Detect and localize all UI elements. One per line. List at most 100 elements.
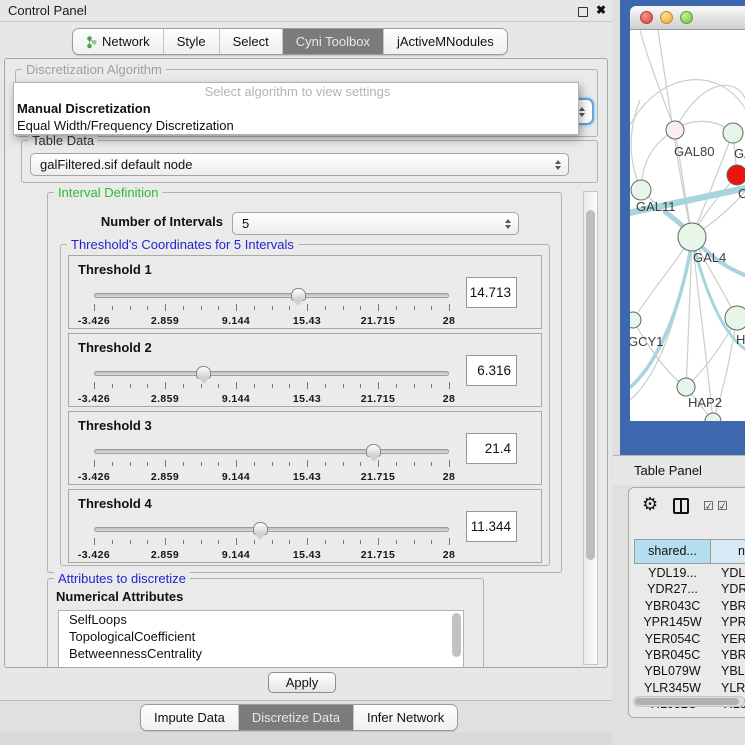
- attribute-list-item[interactable]: TopologicalCoefficient: [59, 628, 463, 645]
- horizontal-scrollbar-thumb[interactable]: [635, 698, 739, 705]
- column-header-name[interactable]: n: [711, 539, 745, 564]
- network-canvas[interactable]: GAL80GACGAL11GAL4GCY1HHAP2: [630, 30, 745, 421]
- gear-icon[interactable]: ⚙: [642, 494, 658, 515]
- tick-mark: [431, 540, 432, 544]
- tab-network[interactable]: Network: [73, 29, 164, 54]
- tick-mark: [94, 304, 95, 311]
- table-cell[interactable]: YPR145W: [634, 614, 711, 630]
- num-intervals-combobox[interactable]: 5: [232, 212, 519, 235]
- network-window-titlebar[interactable]: [630, 6, 745, 30]
- table-cell[interactable]: YBR0: [711, 598, 745, 614]
- tick-mark: [360, 540, 361, 544]
- dropdown-option-manual[interactable]: Manual Discretization: [14, 100, 578, 117]
- table-row[interactable]: YBL079WYBL0: [634, 663, 745, 679]
- network-node[interactable]: [677, 378, 695, 396]
- list-scrollbar[interactable]: [452, 613, 461, 657]
- slider-track[interactable]: [94, 527, 449, 532]
- threshold-value-field[interactable]: 21.4: [466, 433, 517, 464]
- dropdown-option-placeholder[interactable]: Select algorithm to view settings: [14, 83, 578, 100]
- threshold-slider[interactable]: -3.4262.8599.14415.4321.71528: [94, 366, 449, 406]
- slider-track[interactable]: [94, 449, 449, 454]
- float-window-icon[interactable]: [578, 7, 588, 17]
- checkbox-icon[interactable]: ☑: [717, 499, 728, 513]
- tick-mark: [147, 540, 148, 544]
- table-row[interactable]: YER054CYER0: [634, 631, 745, 647]
- table-cell[interactable]: YBL0: [711, 663, 745, 679]
- threshold-value-field[interactable]: 14.713: [466, 277, 517, 308]
- threshold-label: Threshold 1: [78, 262, 152, 277]
- apply-button[interactable]: Apply: [268, 672, 336, 693]
- close-icon[interactable]: ✖: [596, 3, 606, 17]
- column-header-shared[interactable]: shared...: [634, 539, 711, 564]
- close-traffic-light-icon[interactable]: [640, 11, 653, 24]
- table-cell[interactable]: YER0: [711, 631, 745, 647]
- table-row[interactable]: YBR043CYBR0: [634, 598, 745, 614]
- threshold-slider[interactable]: -3.4262.8599.14415.4321.71528: [94, 288, 449, 328]
- tick-mark: [147, 462, 148, 466]
- vertical-scrollbar-thumb[interactable]: [586, 210, 595, 560]
- table-cell[interactable]: YLR3: [711, 680, 745, 696]
- table-row[interactable]: YDR27...YDR2: [634, 581, 745, 597]
- checkbox-icon[interactable]: ☑: [703, 499, 714, 513]
- slider-track[interactable]: [94, 293, 449, 298]
- threshold-slider[interactable]: -3.4262.8599.14415.4321.71528: [94, 444, 449, 484]
- slider-thumb[interactable]: [291, 288, 306, 301]
- network-node[interactable]: [678, 223, 706, 251]
- tick-mark: [449, 382, 450, 389]
- columns-icon[interactable]: [673, 498, 689, 514]
- table-row[interactable]: YLR345WYLR3: [634, 680, 745, 696]
- table-cell[interactable]: YBL079W: [634, 663, 711, 679]
- threshold-value-field[interactable]: 6.316: [466, 355, 517, 386]
- tab-impute-data[interactable]: Impute Data: [141, 705, 239, 730]
- table-row[interactable]: YBR045CYBR0: [634, 647, 745, 663]
- attribute-list-item[interactable]: BetweennessCentrality: [59, 645, 463, 662]
- table-cell[interactable]: YBR045C: [634, 647, 711, 663]
- attribute-list-item[interactable]: SelfLoops: [59, 611, 463, 628]
- tick-mark: [130, 306, 131, 310]
- slider-track[interactable]: [94, 371, 449, 376]
- numerical-attributes-list[interactable]: SelfLoopsTopologicalCoefficientBetweenne…: [58, 610, 464, 668]
- table-row[interactable]: YDL19...YDL1: [634, 565, 745, 581]
- network-node[interactable]: [630, 312, 641, 328]
- tab-select[interactable]: Select: [220, 29, 283, 54]
- tab-jactivemnodules[interactable]: jActiveMNodules: [384, 29, 507, 54]
- tab-cyni-toolbox[interactable]: Cyni Toolbox: [283, 29, 384, 54]
- network-node[interactable]: [666, 121, 684, 139]
- table-data-combobox[interactable]: galFiltered.sif default node: [30, 153, 569, 176]
- slider-thumb[interactable]: [366, 444, 381, 457]
- table-cell[interactable]: YER054C: [634, 631, 711, 647]
- minimize-traffic-light-icon[interactable]: [660, 11, 673, 24]
- threshold-slider[interactable]: -3.4262.8599.14415.4321.71528: [94, 522, 449, 562]
- vertical-scrollbar[interactable]: [583, 191, 598, 665]
- table-cell[interactable]: YBR0: [711, 647, 745, 663]
- numerical-attributes-label: Numerical Attributes: [56, 589, 183, 604]
- table-cell[interactable]: YBR043C: [634, 598, 711, 614]
- network-view-window: GAL80GACGAL11GAL4GCY1HHAP2: [620, 0, 745, 455]
- zoom-traffic-light-icon[interactable]: [680, 11, 693, 24]
- horizontal-scrollbar[interactable]: [633, 696, 745, 707]
- table-cell[interactable]: YDL1: [711, 565, 745, 581]
- tab-discretize-data[interactable]: Discretize Data: [239, 705, 354, 730]
- network-node[interactable]: [723, 123, 743, 143]
- dropdown-option-equal-width[interactable]: Equal Width/Frequency Discretization: [14, 117, 578, 134]
- table-cell[interactable]: YDR27...: [634, 581, 711, 597]
- table-cell[interactable]: YDR2: [711, 581, 745, 597]
- tab-style[interactable]: Style: [164, 29, 220, 54]
- tick-mark: [236, 382, 237, 389]
- slider-thumb[interactable]: [253, 522, 268, 535]
- slider-scale-labels: -3.4262.8599.14415.4321.71528: [94, 471, 449, 483]
- bottom-strip: [0, 732, 612, 745]
- panel-title: Control Panel: [8, 3, 87, 18]
- network-node[interactable]: [631, 180, 651, 200]
- table-cell[interactable]: YPR1: [711, 614, 745, 630]
- tab-label: Cyni Toolbox: [296, 34, 370, 49]
- scale-tick-label: 2.859: [151, 471, 179, 483]
- tab-infer-network[interactable]: Infer Network: [354, 705, 457, 730]
- threshold-value-field[interactable]: 11.344: [466, 511, 517, 542]
- slider-thumb[interactable]: [196, 366, 211, 379]
- network-node[interactable]: [727, 165, 745, 185]
- table-cell[interactable]: YLR345W: [634, 680, 711, 696]
- table-row[interactable]: YPR145WYPR1: [634, 614, 745, 630]
- table-cell[interactable]: YDL19...: [634, 565, 711, 581]
- network-node[interactable]: [725, 306, 745, 330]
